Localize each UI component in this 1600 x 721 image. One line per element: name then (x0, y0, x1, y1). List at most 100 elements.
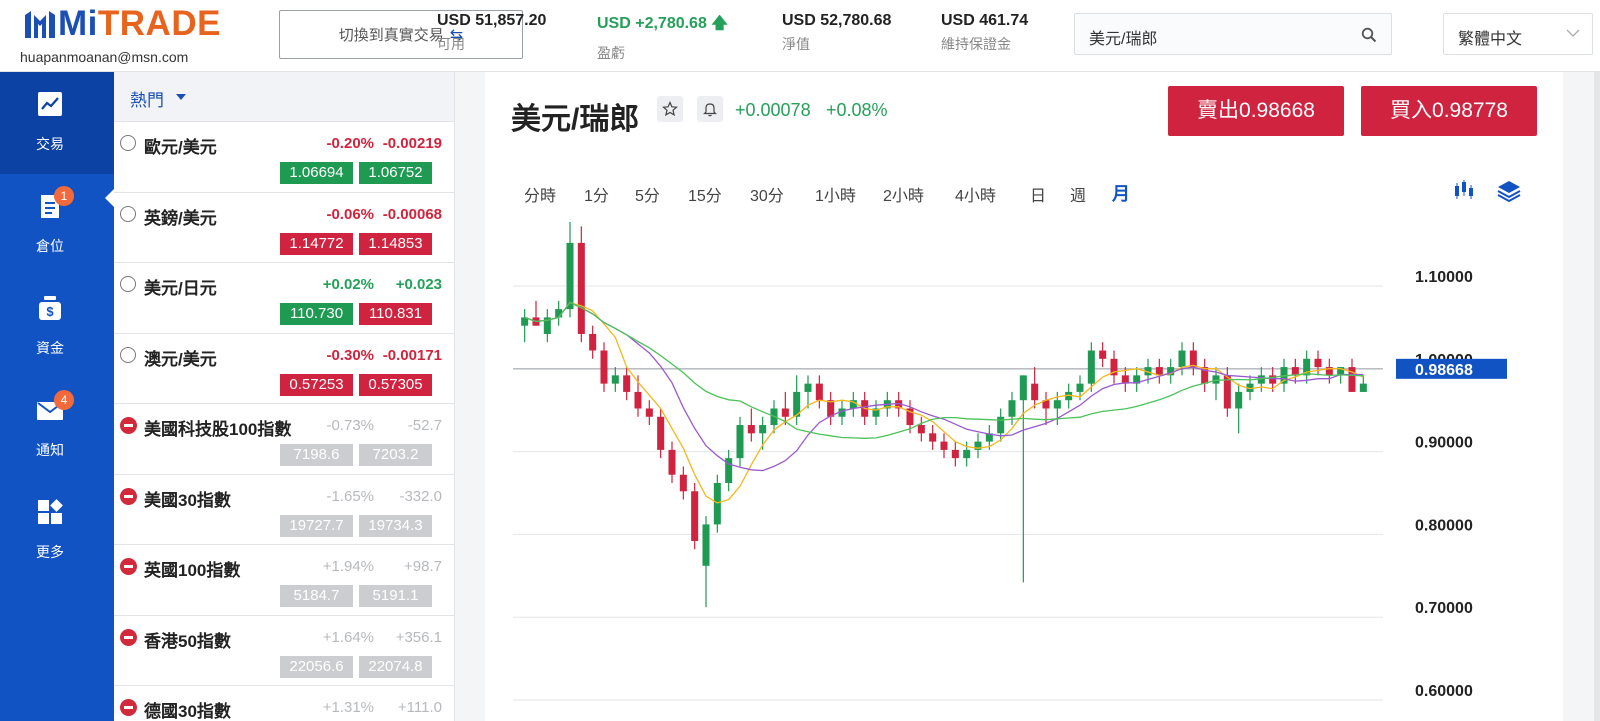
candle-down (668, 449, 676, 475)
market-row[interactable]: 德國30指數 +1.31% +111.0 (114, 686, 454, 721)
page-scrollbar[interactable] (1594, 72, 1600, 721)
sell-button[interactable]: 賣出0.98668 (1168, 86, 1344, 136)
search-icon[interactable] (1361, 27, 1377, 43)
candle-up (702, 524, 710, 566)
market-row[interactable]: 美國30指數 -1.65% -332.0 19727.7 19734.3 (114, 475, 454, 545)
sell-price-button[interactable]: 1.06694 (280, 162, 353, 184)
candle-down (929, 433, 937, 442)
tab-timeframe-active[interactable]: 月 (1112, 180, 1130, 206)
y-tick-label: 0.70000 (1415, 600, 1473, 617)
market-row[interactable]: 美元/日元 +0.02% +0.023 110.730 110.831 (114, 263, 454, 334)
tab-timeframe[interactable]: 5分 (635, 182, 660, 206)
radio-icon[interactable] (120, 135, 136, 151)
stat-available: USD 51,857.20 可用 (437, 12, 546, 54)
symbol-search-input[interactable]: 美元/瑞郎 (1074, 13, 1392, 55)
sell-price-button[interactable]: 5184.7 (280, 585, 353, 607)
instrument-name: 歐元/美元 (144, 138, 217, 157)
tab-timeframe[interactable]: 4小時 (955, 182, 996, 206)
nav-item-trade[interactable]: 交易 (0, 72, 114, 174)
nav-label-funds: 資金 (36, 340, 64, 356)
buy-price-button[interactable]: 110.831 (359, 303, 432, 325)
mitrade-logo[interactable]: MiTRADE (22, 6, 221, 42)
buy-price-button[interactable]: 1.06752 (359, 162, 432, 184)
market-row[interactable]: 澳元/美元 -0.30% -0.00171 0.57253 0.57305 (114, 334, 454, 404)
candle-up (611, 375, 619, 384)
sell-price-button[interactable]: 1.14772 (280, 232, 353, 255)
radio-icon[interactable] (120, 205, 136, 222)
sell-price-button[interactable]: 0.57253 (280, 373, 353, 396)
candle-up (1087, 350, 1095, 384)
change-value: +111.0 (397, 699, 442, 716)
nav-item-funds[interactable]: $ 資金 (0, 276, 114, 378)
candlestick-type-icon[interactable] (1450, 178, 1476, 204)
candle-down (781, 408, 789, 417)
favorite-button[interactable] (657, 96, 683, 122)
nav-item-positions[interactable]: 1 倉位 (0, 174, 114, 276)
radio-icon[interactable] (120, 346, 136, 363)
stat-equity: USD 52,780.68 淨值 (782, 12, 891, 54)
market-row[interactable]: 英國100指數 +1.94% +98.7 5184.7 5191.1 (114, 545, 454, 616)
candle-up (997, 416, 1005, 434)
price-chart[interactable]: 1.100001.000000.900000.800000.700000.600… (485, 222, 1563, 721)
layers-icon[interactable] (1496, 178, 1522, 204)
change-value: +356.1 (395, 628, 442, 646)
sell-price-button[interactable]: 7198.6 (280, 444, 353, 466)
tab-timeframe[interactable]: 1分 (584, 182, 609, 206)
market-row[interactable]: 美國科技股100指數 -0.73% -52.7 7198.6 7203.2 (114, 404, 454, 475)
sell-price-button[interactable]: 110.730 (280, 303, 353, 325)
notifications-badge: 4 (54, 390, 74, 410)
buy-price-button[interactable]: 22074.8 (359, 655, 432, 678)
market-category-tab[interactable]: 熱門 (114, 72, 454, 122)
candle-up (1178, 350, 1186, 368)
tab-timeframe[interactable]: 分時 (524, 182, 556, 206)
market-row[interactable]: 香港50指數 +1.64% +356.1 22056.6 22074.8 (114, 616, 454, 686)
buy-price-button[interactable]: 5191.1 (359, 585, 432, 607)
market-row[interactable]: 歐元/美元 -0.20% -0.00219 1.06694 1.06752 (114, 122, 454, 193)
buy-price-button[interactable]: 7203.2 (359, 444, 432, 466)
buy-price-button[interactable]: 19734.3 (359, 514, 432, 537)
logo-text-trade: TRADE (97, 4, 221, 43)
stat-margin-label: 維持保證金 (941, 36, 1011, 52)
candle-down (951, 449, 959, 459)
user-email: huapanmoanan@msn.com (20, 49, 189, 65)
candle-down (679, 474, 687, 492)
sell-price-button[interactable]: 19727.7 (280, 514, 353, 537)
change-percent: -0.73% (326, 417, 374, 434)
buy-price-button[interactable]: 1.14853 (359, 232, 432, 255)
change-percent: -0.30% (326, 346, 374, 364)
candle-down (657, 416, 665, 450)
logo-text-mi: Mi (58, 4, 98, 43)
tab-timeframe[interactable]: 2小時 (883, 182, 924, 206)
price-alert-button[interactable] (697, 96, 723, 122)
tab-timeframe[interactable]: 週 (1070, 182, 1086, 206)
tab-timeframe[interactable]: 日 (1030, 182, 1046, 206)
nav-item-notifications[interactable]: 4 通知 (0, 378, 114, 480)
change-value: +0.023 (395, 276, 442, 293)
tab-timeframe[interactable]: 30分 (750, 182, 784, 206)
language-select[interactable]: 繁體中文 (1443, 13, 1593, 55)
symbol-change: +0.00078 (735, 100, 811, 120)
bell-icon (703, 103, 717, 117)
sell-price-button[interactable]: 22056.6 (280, 655, 353, 678)
symbol-change-percent: +0.08% (826, 100, 888, 120)
stat-margin-value: USD 461.74 (941, 12, 1029, 29)
market-closed-icon (120, 487, 137, 505)
candle-down (1189, 350, 1197, 368)
arrow-up-icon: 🡅 (711, 15, 728, 32)
candle-up (1212, 375, 1220, 384)
tab-timeframe[interactable]: 1小時 (815, 182, 856, 206)
candle-down (1099, 350, 1107, 359)
change-percent: -1.65% (326, 487, 374, 505)
tab-timeframe[interactable]: 15分 (688, 182, 722, 206)
candle-up (1359, 383, 1367, 392)
radio-icon[interactable] (120, 276, 136, 292)
nav-item-more[interactable]: 更多 (0, 480, 114, 582)
buy-button[interactable]: 買入0.98778 (1361, 86, 1537, 136)
nav-label-more: 更多 (36, 544, 64, 560)
trading-panel: 美元/瑞郎 +0.00078 +0.08% 賣出0.98668 買入0.9877… (485, 72, 1563, 721)
change-percent: -0.06% (326, 205, 374, 223)
change-percent: -0.20% (326, 135, 374, 152)
instrument-name: 香港50指數 (144, 631, 231, 651)
market-row[interactable]: 英鎊/美元 -0.06% -0.00068 1.14772 1.14853 (114, 193, 454, 263)
buy-price-button[interactable]: 0.57305 (359, 373, 432, 396)
